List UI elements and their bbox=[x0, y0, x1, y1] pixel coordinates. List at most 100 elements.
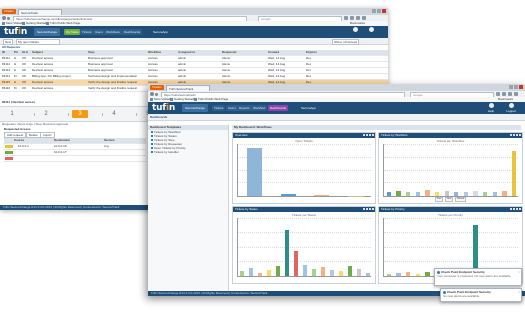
close-icon[interactable] bbox=[372, 208, 374, 210]
chart-bar[interactable] bbox=[320, 266, 325, 276]
column-header[interactable]: Created bbox=[268, 50, 279, 55]
back-arrow-icon[interactable] bbox=[2, 16, 6, 20]
chart-bar[interactable] bbox=[311, 269, 316, 276]
column-header[interactable]: Workflow bbox=[148, 50, 161, 55]
notification-popup[interactable]: × Check Point Endpoint Security Your com… bbox=[434, 268, 522, 286]
chart-bar[interactable] bbox=[386, 273, 391, 276]
column-header[interactable]: Step bbox=[88, 50, 95, 55]
chart-bar[interactable] bbox=[347, 265, 352, 276]
chart-bar[interactable] bbox=[258, 272, 263, 276]
close-icon[interactable] bbox=[519, 134, 521, 136]
settings-icon[interactable] bbox=[510, 134, 512, 136]
bookmark-star-icon[interactable] bbox=[496, 92, 500, 96]
maximize-icon[interactable] bbox=[369, 134, 371, 136]
menu-icon[interactable] bbox=[362, 16, 366, 20]
close-icon[interactable] bbox=[382, 9, 386, 13]
back-arrow-icon[interactable] bbox=[150, 92, 154, 96]
chart-pager-button[interactable]: Refresh bbox=[455, 197, 467, 202]
home-icon[interactable] bbox=[508, 92, 512, 96]
chart-bar[interactable] bbox=[405, 272, 411, 276]
bookmark-star-icon[interactable] bbox=[344, 16, 348, 20]
help-button[interactable]: Help bbox=[486, 103, 496, 113]
widget-header[interactable]: Tickets by Workflow bbox=[379, 133, 522, 138]
tab-reports[interactable]: Reports bbox=[237, 105, 252, 111]
product-securechange[interactable]: SecureChange bbox=[34, 28, 61, 36]
firefox-menu-button[interactable]: Firefox bbox=[2, 9, 16, 14]
settings-icon[interactable] bbox=[363, 208, 365, 210]
show-groups-select[interactable]: Show: 10 Groups bbox=[332, 39, 360, 45]
refresh-icon[interactable] bbox=[366, 208, 368, 210]
close-icon[interactable]: × bbox=[518, 290, 520, 294]
chart-bar[interactable] bbox=[512, 150, 517, 196]
chart-pager-button[interactable]: Next bbox=[444, 197, 454, 202]
logout-button[interactable] bbox=[366, 27, 376, 37]
table-row[interactable] bbox=[4, 156, 146, 162]
tab-workflows[interactable]: Workflows bbox=[104, 29, 122, 35]
widget-header[interactable]: Tickets by Priority bbox=[379, 207, 522, 212]
chart-bar[interactable] bbox=[285, 230, 290, 276]
chart-bar[interactable] bbox=[338, 271, 343, 276]
workflow-step[interactable]: 4 bbox=[106, 110, 122, 118]
column-header[interactable]: Expires bbox=[306, 50, 317, 55]
chart-bar[interactable] bbox=[329, 270, 334, 276]
minimize-icon[interactable] bbox=[509, 85, 513, 89]
column-header[interactable]: Pri bbox=[14, 50, 18, 55]
forward-arrow-icon[interactable] bbox=[7, 16, 10, 20]
forward-arrow-icon[interactable] bbox=[155, 92, 158, 96]
chart-bar[interactable] bbox=[415, 273, 420, 276]
chart-bar[interactable] bbox=[347, 195, 363, 196]
chart-bar[interactable] bbox=[240, 271, 245, 276]
chart-bar[interactable] bbox=[314, 194, 330, 196]
tab-tickets[interactable]: Tickets bbox=[80, 29, 94, 35]
chart-bar[interactable] bbox=[247, 147, 263, 196]
chart-pager-button[interactable]: Prev bbox=[434, 197, 443, 202]
product-secureapp[interactable]: SecureApp bbox=[150, 28, 171, 36]
download-icon[interactable] bbox=[350, 16, 354, 20]
refresh-icon[interactable] bbox=[513, 134, 515, 136]
refresh-icon[interactable] bbox=[513, 208, 515, 210]
firefox-menu-button[interactable]: Firefox bbox=[150, 85, 164, 90]
close-icon[interactable]: × bbox=[518, 270, 520, 274]
workflow-step[interactable]: 1 bbox=[4, 110, 20, 118]
column-header[interactable]: SLA bbox=[22, 50, 28, 55]
widget-header[interactable]: Tickets by Status bbox=[233, 207, 375, 212]
settings-icon[interactable] bbox=[510, 208, 512, 210]
tab-dashboards[interactable]: Dashboards bbox=[268, 105, 289, 111]
chart-bar[interactable] bbox=[396, 273, 401, 276]
close-icon[interactable] bbox=[372, 134, 374, 136]
column-header[interactable]: Requester bbox=[222, 50, 237, 55]
chart-bar[interactable] bbox=[425, 271, 430, 276]
settings-icon[interactable] bbox=[363, 134, 365, 136]
help-button[interactable] bbox=[350, 27, 360, 37]
tab-workflow[interactable]: Workflow bbox=[251, 105, 268, 111]
chart-bar[interactable] bbox=[365, 272, 370, 276]
home-icon[interactable] bbox=[356, 16, 360, 20]
menu-icon[interactable] bbox=[514, 92, 518, 96]
chart-bar[interactable] bbox=[356, 269, 361, 276]
maximize-icon[interactable] bbox=[516, 208, 518, 210]
chart-bar[interactable] bbox=[267, 270, 272, 276]
close-icon[interactable] bbox=[519, 208, 521, 210]
tab-dashboards[interactable]: Dashboards bbox=[122, 29, 143, 35]
logout-button[interactable]: Logout bbox=[506, 103, 516, 113]
maximize-icon[interactable] bbox=[377, 9, 381, 13]
maximize-icon[interactable] bbox=[516, 134, 518, 136]
chart-bar[interactable] bbox=[249, 268, 254, 276]
product-securechange[interactable]: SecureChange bbox=[182, 104, 209, 112]
chart-bar[interactable] bbox=[276, 265, 281, 276]
workflow-step[interactable]: 2 bbox=[38, 110, 54, 118]
maximize-icon[interactable] bbox=[369, 208, 371, 210]
column-header[interactable]: Assigned to bbox=[178, 50, 195, 55]
chart-bar[interactable] bbox=[294, 250, 299, 276]
chart-bar[interactable] bbox=[280, 193, 296, 196]
chart-bar[interactable] bbox=[302, 264, 307, 276]
column-header[interactable]: Subject bbox=[32, 50, 43, 55]
column-header[interactable]: ID bbox=[2, 50, 5, 55]
widget-header[interactable]: Overview bbox=[233, 133, 375, 138]
minimize-icon[interactable] bbox=[372, 9, 376, 13]
notification-popup[interactable]: × Check Point Endpoint Security No new a… bbox=[440, 288, 522, 302]
refresh-icon[interactable] bbox=[366, 134, 368, 136]
workflow-step[interactable]: 3 bbox=[72, 110, 88, 118]
template-list-item[interactable]: Tickets by Handler bbox=[148, 150, 228, 154]
maximize-icon[interactable] bbox=[514, 85, 518, 89]
